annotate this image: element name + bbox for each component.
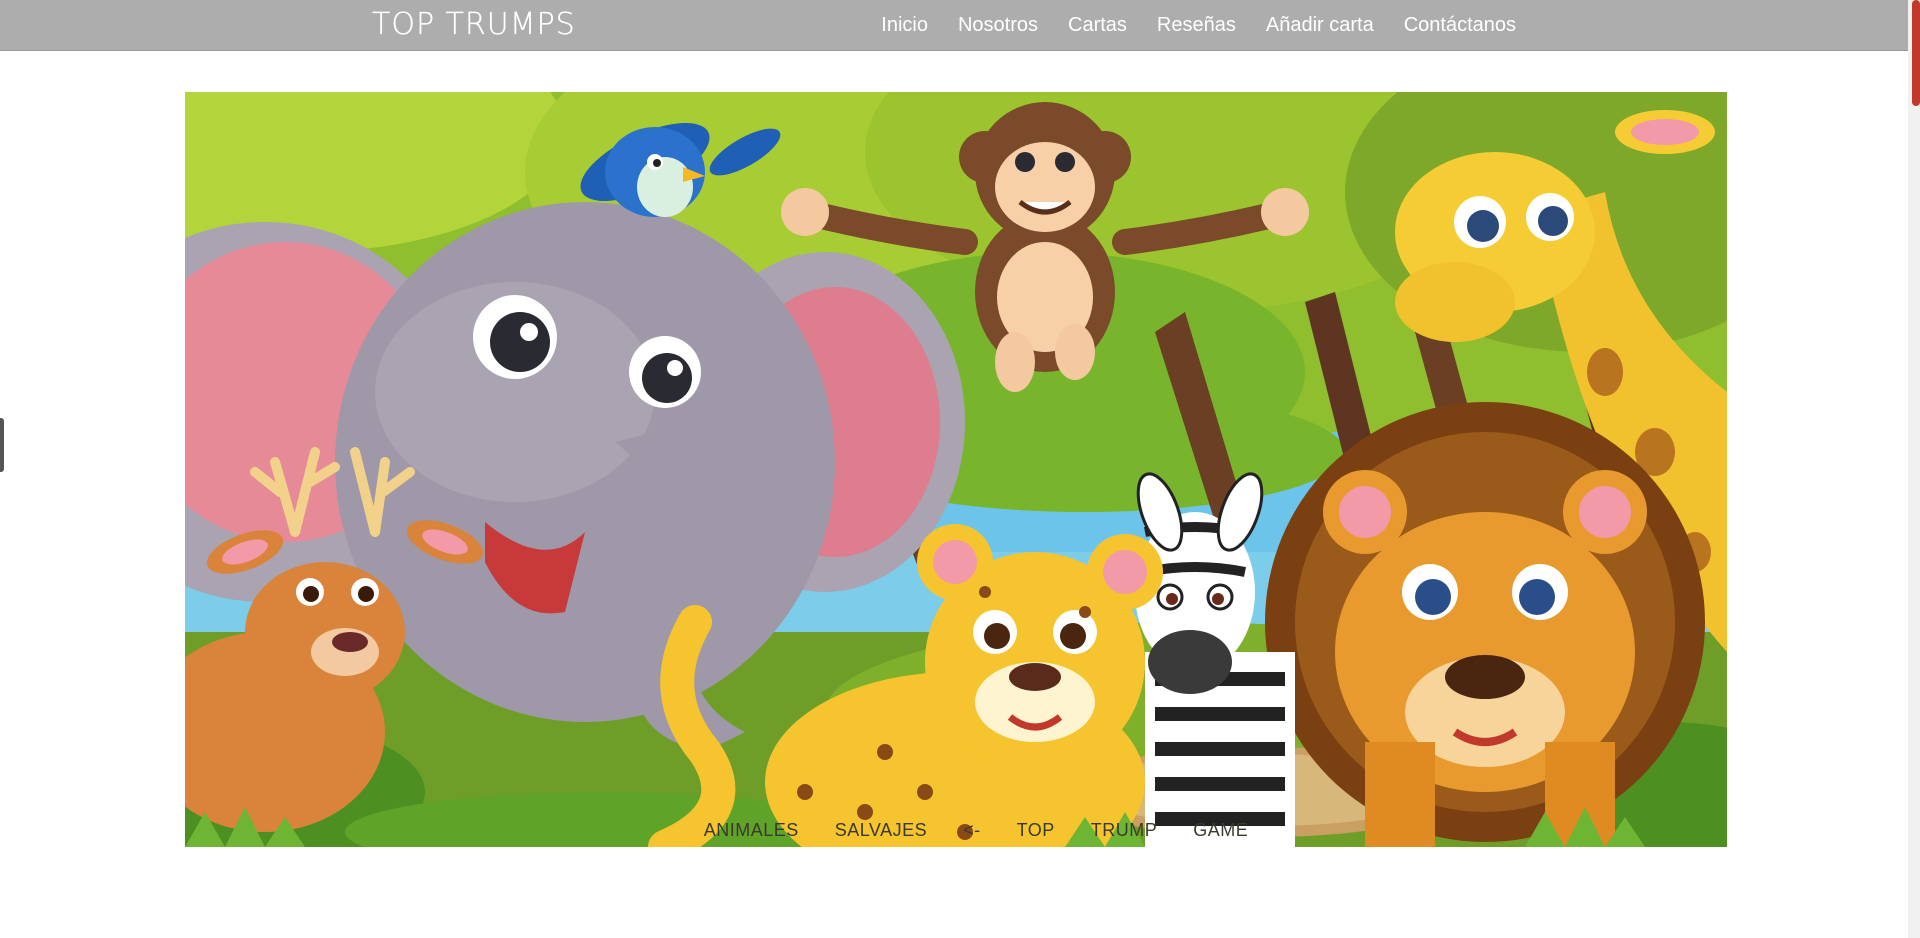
brand-logo[interactable]: TOP TRUMPS xyxy=(372,7,576,42)
nav-link-inicio[interactable]: Inicio xyxy=(881,14,928,37)
caption-word-game: GAME xyxy=(1193,820,1249,840)
nav-link-contactanos[interactable]: Contáctanos xyxy=(1404,14,1516,37)
caption-word-top: TOP xyxy=(1016,820,1055,840)
caption-word-salvajes: SALVAJES xyxy=(834,820,928,840)
page-scrollbar[interactable] xyxy=(1908,0,1920,938)
nav-link-resenas[interactable]: Reseñas xyxy=(1157,14,1236,37)
nav-links: Inicio Nosotros Cartas Reseñas Añadir ca… xyxy=(881,0,1516,51)
carousel-prev-handle[interactable] xyxy=(0,418,4,472)
nav-link-nosotros[interactable]: Nosotros xyxy=(958,14,1038,37)
caption-word-trump: TRUMP xyxy=(1090,820,1158,840)
nav-link-cartas[interactable]: Cartas xyxy=(1068,14,1127,37)
jungle-animals-illustration xyxy=(185,92,1727,847)
caption-word-arrow: <- xyxy=(963,820,981,840)
nav-link-anadir-carta[interactable]: Añadir carta xyxy=(1266,14,1374,37)
hero-carousel[interactable]: ANIMALES SALVAJES <- TOP TRUMP GAME xyxy=(185,92,1727,847)
carousel-caption: ANIMALES SALVAJES <- TOP TRUMP GAME xyxy=(185,820,1727,841)
caption-word-animales: ANIMALES xyxy=(703,820,799,840)
scrollbar-thumb[interactable] xyxy=(1912,0,1920,106)
navbar: TOP TRUMPS Inicio Nosotros Cartas Reseña… xyxy=(0,0,1908,51)
